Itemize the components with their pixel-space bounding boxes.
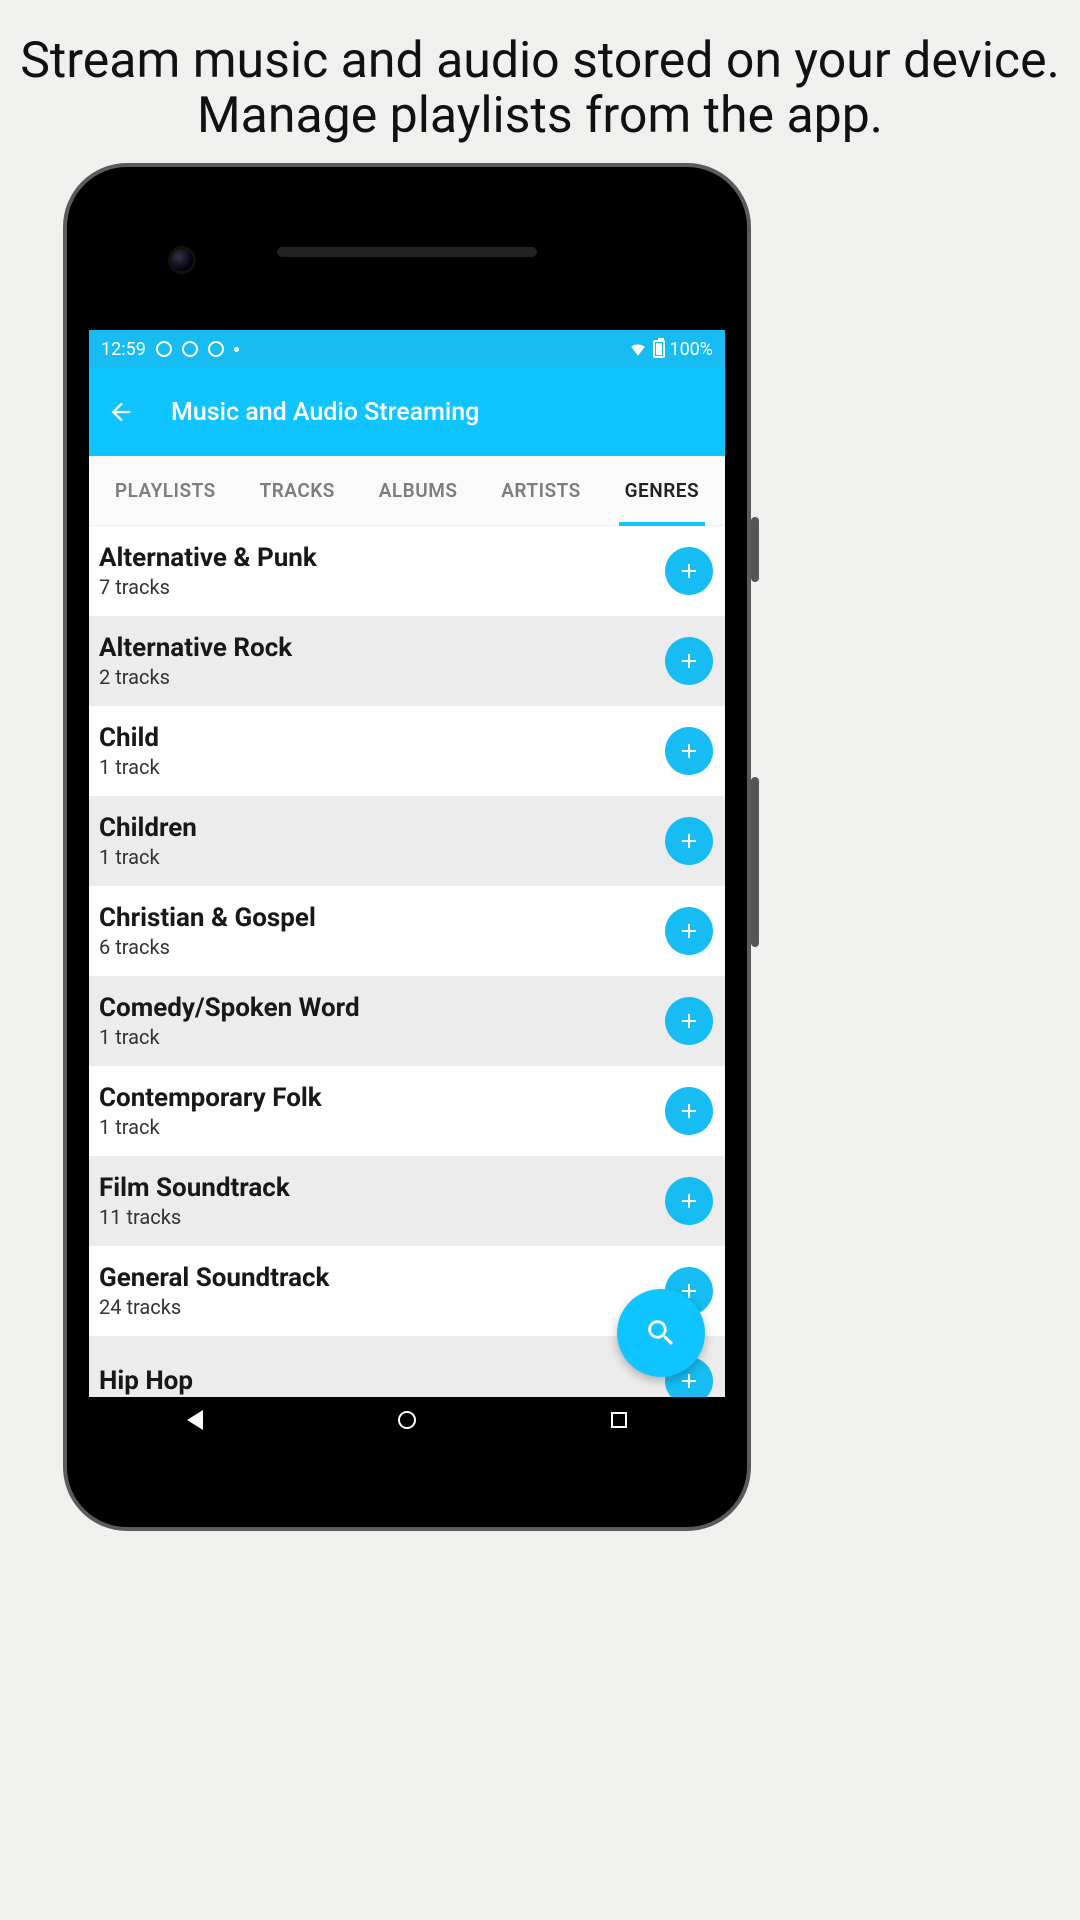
status-icon — [182, 341, 198, 357]
genre-name: Hip Hop — [99, 1366, 665, 1396]
list-item[interactable]: Film Soundtrack11 tracks — [89, 1156, 725, 1246]
tab-bar: PLAYLISTS TRACKS ALBUMS ARTISTS GENRES — [89, 456, 725, 526]
list-item-text: General Soundtrack24 tracks — [99, 1263, 665, 1319]
genre-track-count: 7 tracks — [99, 575, 665, 599]
status-icon — [234, 347, 239, 352]
genre-list[interactable]: Alternative & Punk7 tracks Alternative Ro… — [89, 526, 725, 1397]
add-button[interactable] — [665, 727, 713, 775]
battery-icon: 100% — [653, 339, 713, 360]
list-item-text: Film Soundtrack11 tracks — [99, 1173, 665, 1229]
genre-track-count: 6 tracks — [99, 935, 665, 959]
add-button[interactable] — [665, 817, 713, 865]
genre-track-count: 11 tracks — [99, 1205, 665, 1229]
list-item-text: Christian & Gospel6 tracks — [99, 903, 665, 959]
nav-back-icon[interactable] — [187, 1410, 203, 1430]
nav-recent-icon[interactable] — [611, 1412, 627, 1428]
list-item-text: Contemporary Folk1 track — [99, 1083, 665, 1139]
list-item[interactable]: Christian & Gospel6 tracks — [89, 886, 725, 976]
genre-name: Contemporary Folk — [99, 1083, 665, 1113]
battery-percent: 100% — [669, 339, 713, 360]
genre-track-count: 2 tracks — [99, 665, 665, 689]
phone-camera — [171, 249, 193, 271]
genre-name: Children — [99, 813, 665, 843]
arrow-left-icon — [107, 398, 135, 426]
add-button[interactable] — [665, 637, 713, 685]
list-item-text: Hip Hop — [99, 1366, 665, 1396]
genre-name: Film Soundtrack — [99, 1173, 665, 1203]
phone-side-button — [751, 777, 759, 947]
genre-name: Child — [99, 723, 665, 753]
phone-speaker — [277, 247, 537, 257]
genre-name: Christian & Gospel — [99, 903, 665, 933]
plus-icon — [677, 829, 701, 853]
plus-icon — [677, 1099, 701, 1123]
app-title: Music and Audio Streaming — [171, 398, 479, 427]
promo-caption: Stream music and audio stored on your de… — [20, 34, 1060, 144]
add-button[interactable] — [665, 907, 713, 955]
plus-icon — [677, 1189, 701, 1213]
genre-track-count: 24 tracks — [99, 1295, 665, 1319]
wifi-icon — [629, 340, 647, 358]
plus-icon — [677, 739, 701, 763]
list-item[interactable]: Alternative & Punk7 tracks — [89, 526, 725, 616]
list-item-text: Comedy/Spoken Word1 track — [99, 993, 665, 1049]
back-button[interactable] — [99, 390, 143, 434]
app-bar: Music and Audio Streaming — [89, 368, 725, 456]
genre-name: Alternative Rock — [99, 633, 665, 663]
list-item-text: Alternative Rock2 tracks — [99, 633, 665, 689]
search-icon — [644, 1316, 678, 1350]
status-left: 12:59 — [101, 339, 239, 360]
genre-track-count: 1 track — [99, 1025, 665, 1049]
android-nav-bar — [89, 1397, 725, 1442]
list-item[interactable]: Comedy/Spoken Word1 track — [89, 976, 725, 1066]
tab-tracks[interactable]: TRACKS — [254, 456, 341, 525]
list-item[interactable]: Alternative Rock2 tracks — [89, 616, 725, 706]
status-bar: 12:59 100% — [89, 330, 725, 368]
status-icon — [156, 341, 172, 357]
phone-frame: 12:59 100% Music and Audio Streaming PLA… — [67, 167, 747, 1527]
list-item-text: Child1 track — [99, 723, 665, 779]
list-item[interactable]: Child1 track — [89, 706, 725, 796]
screen: 12:59 100% Music and Audio Streaming PLA… — [89, 330, 725, 1397]
genre-track-count: 1 track — [99, 845, 665, 869]
plus-icon — [677, 1009, 701, 1033]
list-item-text: Alternative & Punk7 tracks — [99, 543, 665, 599]
tab-artists[interactable]: ARTISTS — [495, 456, 587, 525]
nav-home-icon[interactable] — [398, 1411, 416, 1429]
list-item-text: Children1 track — [99, 813, 665, 869]
status-icon — [208, 341, 224, 357]
add-button[interactable] — [665, 1087, 713, 1135]
list-item[interactable]: Children1 track — [89, 796, 725, 886]
phone-side-button — [751, 517, 759, 582]
plus-icon — [677, 919, 701, 943]
add-button[interactable] — [665, 997, 713, 1045]
tab-albums[interactable]: ALBUMS — [373, 456, 464, 525]
add-button[interactable] — [665, 1177, 713, 1225]
genre-name: General Soundtrack — [99, 1263, 665, 1293]
plus-icon — [677, 559, 701, 583]
genre-name: Comedy/Spoken Word — [99, 993, 665, 1023]
genre-track-count: 1 track — [99, 1115, 665, 1139]
tab-playlists[interactable]: PLAYLISTS — [109, 456, 222, 525]
add-button[interactable] — [665, 547, 713, 595]
plus-icon — [677, 649, 701, 673]
status-right: 100% — [629, 339, 713, 360]
plus-icon — [677, 1369, 701, 1393]
status-time: 12:59 — [101, 339, 146, 360]
genre-track-count: 1 track — [99, 755, 665, 779]
genre-name: Alternative & Punk — [99, 543, 665, 573]
tab-genres[interactable]: GENRES — [619, 456, 706, 525]
search-fab[interactable] — [617, 1289, 705, 1377]
list-item[interactable]: Contemporary Folk1 track — [89, 1066, 725, 1156]
